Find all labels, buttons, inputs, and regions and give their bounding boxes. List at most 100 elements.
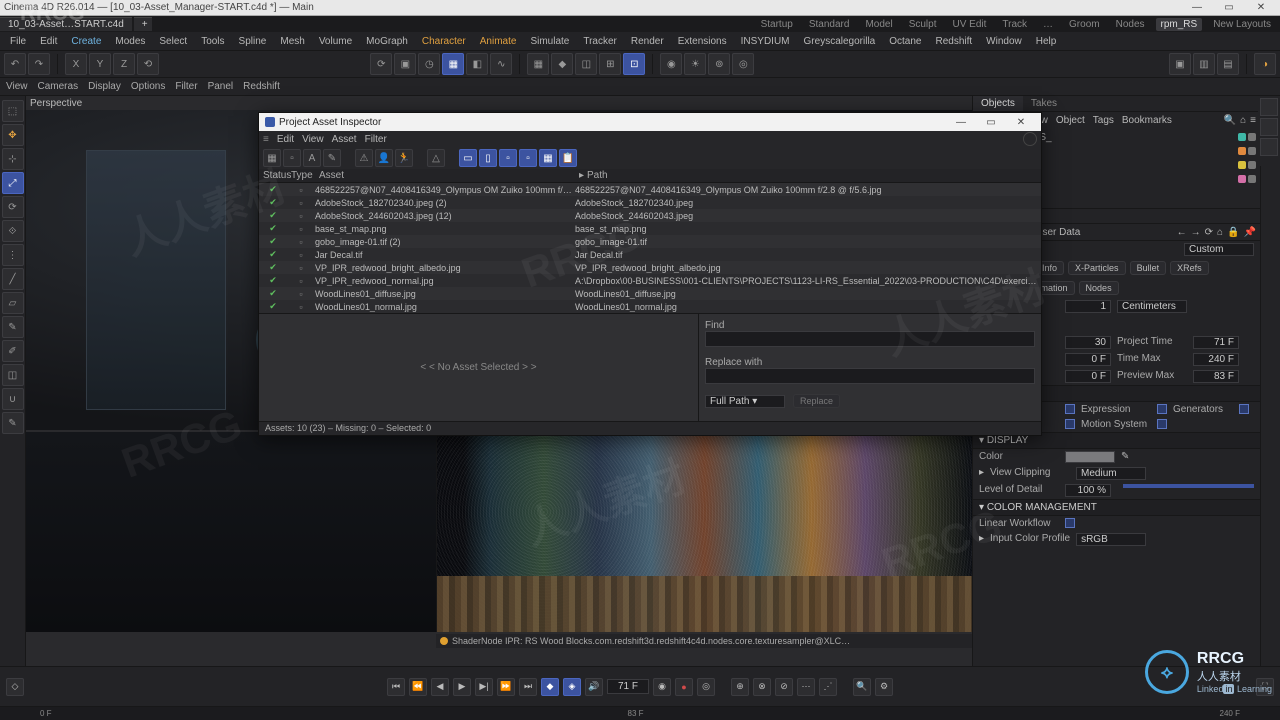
asset-row[interactable]: ✔▫base_st_map.pngbase_st_map.png <box>259 222 1041 235</box>
fps-value[interactable]: 30 <box>1065 336 1111 349</box>
dialog-menu-filter[interactable]: Filter <box>365 134 387 145</box>
menu-tracker[interactable]: Tracker <box>577 34 623 49</box>
custom-dropdown[interactable]: Custom <box>1184 243 1254 256</box>
rotate-tool[interactable]: ⟳ <box>2 196 24 218</box>
scale-tool[interactable]: ⤢ <box>2 172 24 194</box>
menu-render[interactable]: Render <box>625 34 670 49</box>
next-key-button[interactable]: ⏩ <box>497 678 515 696</box>
menu-simulate[interactable]: Simulate <box>524 34 575 49</box>
menu-window[interactable]: Window <box>980 34 1028 49</box>
timeline-zoom-button[interactable]: 🔍 <box>853 678 871 696</box>
points-tool[interactable]: ⋮ <box>2 244 24 266</box>
set-key-button[interactable]: ◉ <box>653 678 671 696</box>
prev-key-button[interactable]: ⏪ <box>409 678 427 696</box>
axis-z[interactable]: Z <box>113 53 135 75</box>
time-max-value[interactable]: 240 F <box>1193 353 1239 366</box>
menu-character[interactable]: Character <box>416 34 472 49</box>
render-queue-button[interactable]: ▥ <box>1193 53 1215 75</box>
dialog-maximize-button[interactable]: ▭ <box>977 117 1005 128</box>
snap-button[interactable]: ⊡ <box>623 53 645 75</box>
asset-row[interactable]: ✔▫gobo_image-01.tif (2)gobo_image-01.tif <box>259 235 1041 248</box>
refresh-icon[interactable]: ⟳ <box>1205 227 1213 238</box>
pill-xrefs[interactable]: XRefs <box>1170 261 1209 275</box>
interactive-render-button[interactable]: ▦ <box>442 53 464 75</box>
magnet-tool[interactable]: ∪ <box>2 388 24 410</box>
uv-tool[interactable]: ◫ <box>2 364 24 386</box>
menu-tools[interactable]: Tools <box>195 34 230 49</box>
pill-xparticles[interactable]: X-Particles <box>1068 261 1126 275</box>
keyframe-options-button[interactable]: ◎ <box>697 678 715 696</box>
col-path[interactable]: Path <box>583 169 1041 182</box>
asset-row[interactable]: ✔▫AdobeStock_244602043.jpeg (12)AdobeSto… <box>259 209 1041 222</box>
dialog-menu-asset[interactable]: Asset <box>332 134 357 145</box>
attr-menu-userdata[interactable]: User Data <box>1035 227 1080 238</box>
color-swatch[interactable] <box>1065 451 1115 463</box>
view-large-icon[interactable]: ▫ <box>519 149 537 167</box>
asset-row[interactable]: ✔▫VP_IPR_redwood_bright_albedo.jpgVP_IPR… <box>259 261 1041 274</box>
relink-icon[interactable]: △ <box>427 149 445 167</box>
menu-spline[interactable]: Spline <box>233 34 273 49</box>
live-select-tool[interactable]: ⬚ <box>2 100 24 122</box>
menu-octane[interactable]: Octane <box>883 34 927 49</box>
col-type[interactable]: Type <box>287 169 315 182</box>
light-button[interactable]: ☀ <box>684 53 706 75</box>
section-colormgmt[interactable]: ▾ COLOR MANAGEMENT <box>973 499 1260 516</box>
menu-select[interactable]: Select <box>153 34 193 49</box>
coords-manager-icon[interactable] <box>1260 138 1278 156</box>
takes-button[interactable]: ▤ <box>1217 53 1239 75</box>
menu-insydium[interactable]: INSYDIUM <box>735 34 796 49</box>
layout-new[interactable]: New Layouts <box>1208 18 1276 31</box>
axis-x[interactable]: X <box>65 53 87 75</box>
vp-menu-panel[interactable]: Panel <box>208 81 234 92</box>
filter-missing-icon[interactable]: ⚠ <box>355 149 373 167</box>
lod-value[interactable]: 100 % <box>1065 484 1111 497</box>
render-frame-button[interactable]: ⟳ <box>370 53 392 75</box>
keyframe-marker[interactable]: ◇ <box>6 678 24 696</box>
spline-button[interactable]: ∿ <box>490 53 512 75</box>
filter-icon[interactable]: ≡ <box>1250 115 1256 126</box>
dialog-titlebar[interactable]: Project Asset Inspector — ▭ ✕ <box>259 113 1041 131</box>
current-frame-input[interactable]: 71 F <box>607 679 649 694</box>
play-button[interactable]: ▶ <box>453 678 471 696</box>
mograph-button[interactable]: ⊞ <box>599 53 621 75</box>
menu-create[interactable]: Create <box>65 34 107 49</box>
filter-fonts-icon[interactable]: A <box>303 149 321 167</box>
minimize-button[interactable]: — <box>1182 2 1212 13</box>
obj-menu-object[interactable]: Object <box>1056 115 1085 126</box>
home-icon[interactable]: ⌂ <box>1217 227 1223 238</box>
pin-icon[interactable]: 📌 <box>1244 227 1256 238</box>
copy-to-project-icon[interactable]: 📋 <box>559 149 577 167</box>
project-time-value[interactable]: 71 F <box>1193 336 1239 349</box>
col-status[interactable]: Status <box>259 169 287 182</box>
next-frame-button[interactable]: ▶| <box>475 678 493 696</box>
prev-frame-button[interactable]: ◀ <box>431 678 449 696</box>
home-icon[interactable]: ⌂ <box>1240 115 1246 126</box>
redo-button[interactable]: ↷ <box>28 53 50 75</box>
sound-button[interactable]: 🔊 <box>585 678 603 696</box>
layout-uvedit[interactable]: UV Edit <box>947 18 991 31</box>
view-small-icon[interactable]: ▯ <box>479 149 497 167</box>
lod-slider[interactable] <box>1123 484 1254 488</box>
environment-button[interactable]: ⊚ <box>708 53 730 75</box>
close-button[interactable]: ✕ <box>1246 2 1276 13</box>
move-tool[interactable]: ✥ <box>2 124 24 146</box>
axis-tool[interactable]: ⊹ <box>2 148 24 170</box>
menu-redshift[interactable]: Redshift <box>929 34 978 49</box>
autokey-button[interactable]: ◆ <box>541 678 559 696</box>
add-tab-button[interactable]: + <box>134 17 152 31</box>
layout-track[interactable]: Track <box>997 18 1032 31</box>
nav-back-icon[interactable]: ← <box>1177 227 1187 238</box>
axis-lock-icon[interactable]: ⟲ <box>137 53 159 75</box>
filter-outside-icon[interactable]: 🏃 <box>395 149 413 167</box>
menu-gsg[interactable]: Greyscalegorilla <box>798 34 882 49</box>
tab-takes[interactable]: Takes <box>1023 96 1065 111</box>
render-region-button[interactable]: ▣ <box>394 53 416 75</box>
fullpath-dropdown[interactable]: Full Path ▾ <box>705 395 785 408</box>
sculpt-tool[interactable]: ✐ <box>2 340 24 362</box>
layout-standard[interactable]: Standard <box>804 18 855 31</box>
nav-fwd-icon[interactable]: → <box>1191 227 1201 238</box>
toggle-motion[interactable] <box>1157 419 1167 429</box>
menu-modes[interactable]: Modes <box>109 34 151 49</box>
timeline-ruler[interactable]: 0 F 83 F 240 F <box>0 706 1280 720</box>
eyedropper-icon[interactable]: ✎ <box>1121 451 1129 463</box>
